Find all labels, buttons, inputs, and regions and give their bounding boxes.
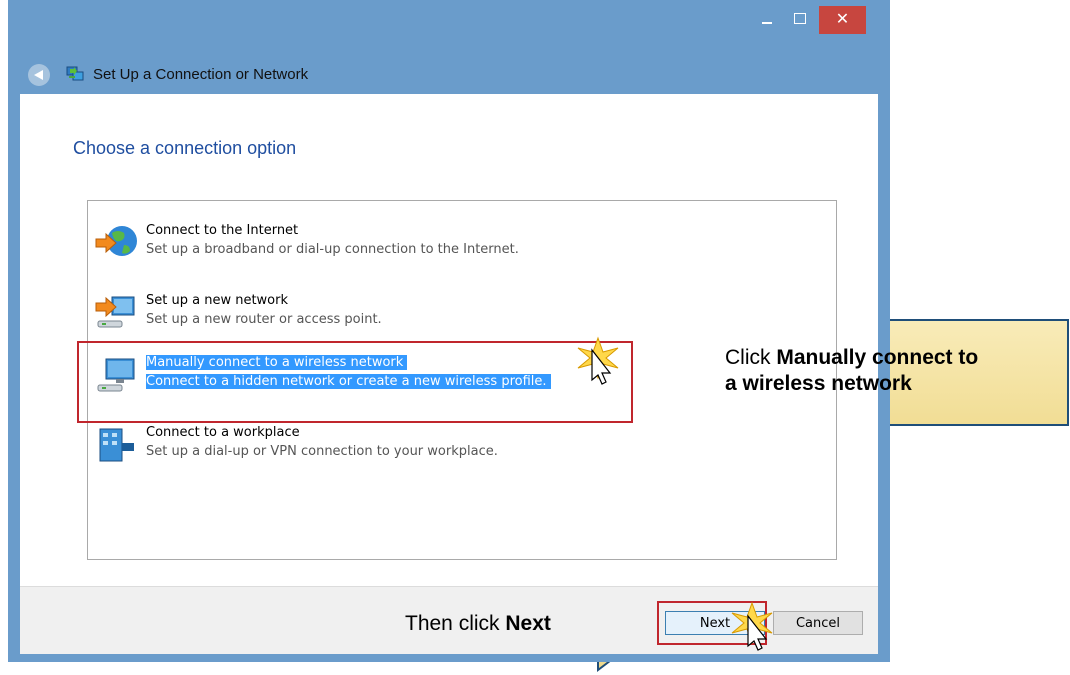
callout-prefix: Click [725,346,777,369]
callout-text-next: Then click Next [405,612,551,636]
callout-text-option: Click Manually connect to a wireless net… [725,345,978,397]
callout-bold: Manually connect to [776,346,979,369]
callout-bold: Next [505,612,551,635]
callout-prefix: Then click [405,612,506,635]
click-indicators [577,336,773,651]
callout-bold-line2: a wireless network [725,372,912,395]
